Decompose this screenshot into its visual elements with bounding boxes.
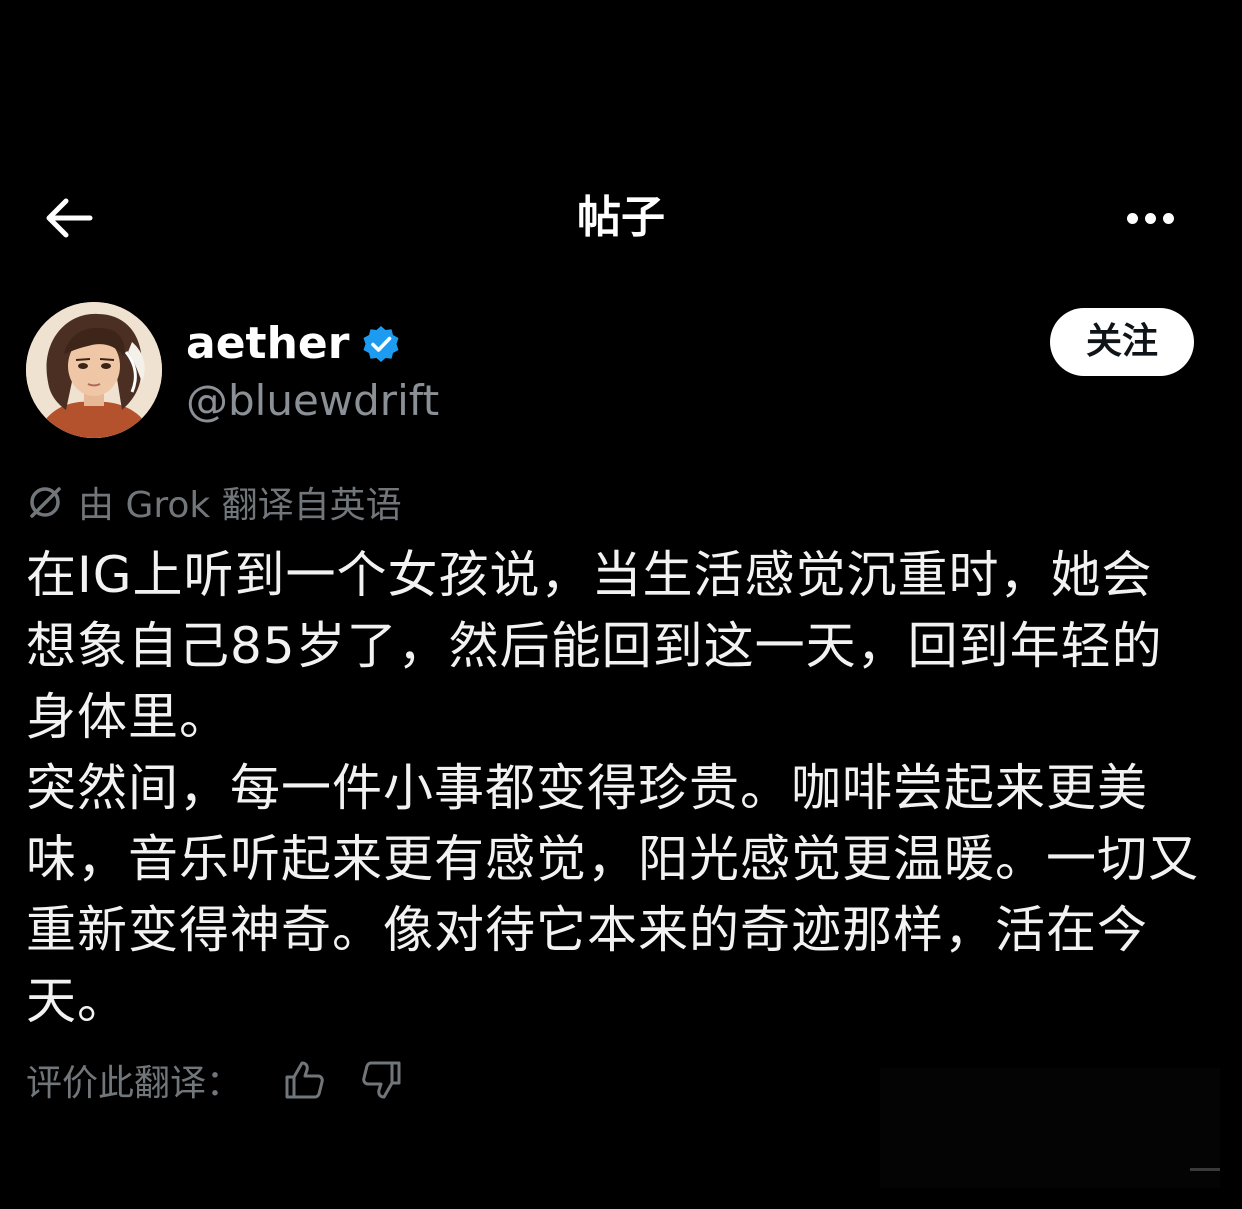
more-dot [1162, 212, 1174, 224]
thumbs-up-button[interactable] [280, 1056, 328, 1104]
page-title: 帖子 [577, 192, 665, 243]
grok-icon [30, 487, 61, 518]
verified-badge-icon [363, 326, 399, 362]
avatar[interactable] [26, 302, 162, 438]
post-text: 在IG上听到一个女孩说，当生活感觉沉重时，她会想象自己85岁了，然后能回到这一天… [26, 540, 1201, 1037]
corner-mark [1190, 1168, 1220, 1171]
top-nav-bar: 帖子 [0, 170, 1242, 266]
post-author: aether @bluewdrift 关注 [26, 302, 1216, 442]
display-name-text: aether [186, 318, 350, 369]
author-handle[interactable]: @bluewdrift [186, 374, 439, 428]
status-bar-area [0, 0, 1242, 120]
author-display-name[interactable]: aether [186, 316, 401, 372]
thumbs-down-button[interactable] [358, 1056, 406, 1104]
thumbs-down-icon [362, 1061, 401, 1099]
translation-note-text: 由 Grok 翻译自英语 [78, 485, 402, 526]
rate-translation-label: 评价此翻译： [26, 1063, 243, 1104]
post-paragraph: 突然间，每一件小事都变得珍贵。咖啡尝起来更美味，音乐听起来更有感觉，阳光感觉更温… [26, 759, 1199, 1030]
rate-translation-row: 评价此翻译： [26, 1052, 436, 1108]
thumbs-up-icon [285, 1061, 324, 1099]
translation-notice[interactable]: 由 Grok 翻译自英语 [26, 478, 402, 526]
avatar-illustration [26, 302, 162, 438]
more-options-button[interactable] [1114, 190, 1186, 246]
post-paragraph: 在IG上听到一个女孩说，当生活感觉沉重时，她会想象自己85岁了，然后能回到这一天… [26, 546, 1163, 746]
more-dot [1144, 212, 1156, 224]
more-horizontal-icon [1126, 212, 1138, 224]
follow-button[interactable]: 关注 [1050, 308, 1194, 376]
background-haze [880, 1068, 1220, 1188]
